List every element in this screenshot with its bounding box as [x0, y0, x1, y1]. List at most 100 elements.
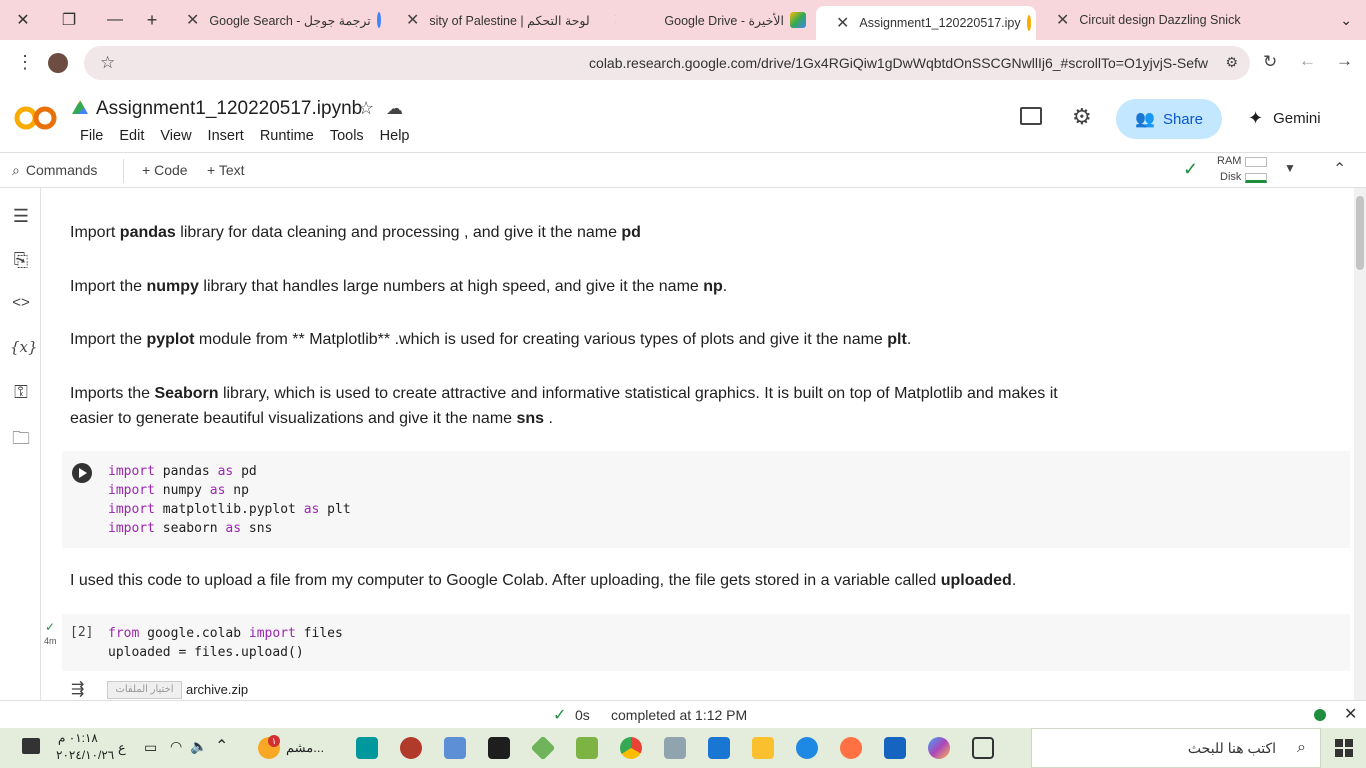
share-button[interactable]: 👥 Share [1116, 99, 1222, 139]
weather-badge: ١ [268, 735, 280, 747]
settings-gear-icon[interactable]: ⚙ [1072, 104, 1092, 130]
taskbar-search[interactable]: اكتب هنا للبحث ⌕ [1031, 728, 1321, 768]
text-cell[interactable]: Imports the Seaborn library, which is us… [70, 381, 1080, 431]
close-window-icon[interactable]: ✕ [0, 10, 46, 30]
menu-help[interactable]: Help [372, 128, 418, 144]
status-duration: 0s [575, 707, 590, 723]
tab-close-icon[interactable]: ✕ [836, 13, 849, 33]
omnibox[interactable]: ☆ colab.research.google.com/drive/1Gx4RG… [84, 46, 1250, 80]
browser-menu-icon[interactable]: ⋮ [16, 52, 34, 73]
notebook-title[interactable]: Assignment1_120220517.ipynb [96, 98, 362, 120]
menu-runtime[interactable]: Runtime [252, 128, 322, 144]
code-line: import seaborn as sns [108, 521, 273, 536]
run-cell-button[interactable] [72, 463, 92, 483]
divider [123, 159, 124, 183]
forward-icon[interactable]: → [1336, 51, 1353, 71]
cube-app-icon[interactable] [657, 728, 693, 768]
scrollbar-thumb[interactable] [1356, 196, 1364, 270]
menu-edit[interactable]: Edit [111, 128, 152, 144]
comment-icon[interactable] [1020, 107, 1042, 125]
cloud-saved-icon: ☁ [386, 99, 403, 118]
lambda-app-icon[interactable] [569, 728, 605, 768]
menu-file[interactable]: File [72, 128, 111, 144]
tab-search-icon[interactable]: ⌄ [1340, 12, 1352, 29]
disk-bar [1245, 173, 1267, 183]
back-icon[interactable]: ← [1299, 51, 1316, 71]
colab-logo[interactable] [14, 104, 58, 132]
commands-button[interactable]: ⌕ Commands [12, 162, 97, 179]
file-explorer-icon[interactable] [745, 728, 781, 768]
chrome-icon[interactable] [613, 728, 649, 768]
menu-tools[interactable]: Tools [322, 128, 372, 144]
start-button[interactable] [1321, 728, 1366, 768]
menu-insert[interactable]: Insert [200, 128, 252, 144]
google-icon [376, 12, 381, 28]
weather-text[interactable]: مشم... [286, 740, 324, 756]
edge-icon[interactable] [789, 728, 825, 768]
variables-icon[interactable]: {x} [10, 338, 38, 360]
tab-close-icon[interactable]: ✕ [1056, 10, 1069, 30]
browser-tab[interactable]: Google Drive - الأخيرة [616, 0, 816, 40]
virtualbox-icon[interactable] [437, 728, 473, 768]
text-cell[interactable]: Import pandas library for data cleaning … [70, 220, 641, 245]
new-tab-button[interactable]: + [138, 10, 166, 31]
browser-tab-active[interactable]: ✕ Assignment1_120220517.ipy [816, 6, 1036, 40]
secrets-key-icon[interactable]: ⚿ [10, 382, 32, 404]
output-toggle-icon[interactable]: ⇶ [71, 679, 84, 699]
menu-bar: File Edit View Insert Runtime Tools Help [72, 128, 418, 144]
clock-time[interactable]: ٠١:١٨ م [58, 731, 98, 745]
profile-avatar[interactable] [48, 53, 68, 73]
status-bar: ✓ 0s completed at 1:12 PM ✕ [0, 700, 1366, 728]
volume-icon[interactable]: 🔈 [190, 738, 207, 755]
bookmark-star-icon[interactable]: ☆ [100, 53, 115, 73]
clock-date[interactable]: ٢٠٢٤/١٠/٢٦ [56, 748, 114, 762]
text-cell[interactable]: I used this code to upload a file from m… [70, 568, 1016, 593]
code-snippets-icon[interactable]: <> [10, 294, 32, 316]
arduino-icon[interactable] [349, 728, 385, 768]
keyboard-language[interactable]: ع [118, 740, 126, 756]
star-icon[interactable]: ☆ [358, 98, 374, 119]
git-icon[interactable] [525, 728, 561, 768]
wifi-icon[interactable]: ◠ [170, 738, 182, 755]
firefox-icon[interactable] [833, 728, 869, 768]
browser-tab-strip: ✕ ❐ — + ✕ Google Search - ترجمة جوجل ✕ s… [0, 0, 1366, 40]
notification-center-icon[interactable] [22, 738, 40, 754]
connected-check-icon: ✓ [1183, 159, 1199, 179]
find-replace-icon[interactable]: ⎘ [10, 250, 32, 272]
table-of-contents-icon[interactable]: ☰ [10, 206, 32, 228]
code-line: uploaded = files.upload() [108, 645, 304, 660]
battery-icon[interactable]: ▭ [144, 739, 157, 756]
minimize-window-icon[interactable]: — [92, 11, 138, 29]
code-cell[interactable]: import pandas as pd import numpy as np i… [62, 451, 1350, 548]
choose-files-button[interactable]: اختيار الملفات [107, 681, 182, 699]
close-status-icon[interactable]: ✕ [1344, 704, 1357, 724]
vscode-icon[interactable] [701, 728, 737, 768]
gemini-button[interactable]: ✦ Gemini [1248, 108, 1321, 129]
store-icon[interactable] [877, 728, 913, 768]
search-icon: ⌕ [1297, 739, 1306, 756]
browser-tab[interactable]: ✕ sity of Palestine | لوحة التحكم ✕ [386, 0, 616, 40]
status-text[interactable]: completed at 1:12 PM [611, 707, 747, 723]
task-view-icon[interactable] [965, 728, 1001, 768]
add-text-button[interactable]: + Text [207, 162, 245, 178]
text-cell[interactable]: Import the pyplot module from ** Matplot… [70, 327, 911, 352]
browser-tab[interactable]: ✕ Google Search - ترجمة جوجل [166, 0, 386, 40]
reload-icon[interactable]: ↻ [1263, 52, 1277, 72]
copilot-icon[interactable] [921, 728, 957, 768]
menu-view[interactable]: View [152, 128, 199, 144]
resources-dropdown-icon[interactable]: ▼ [1284, 161, 1296, 175]
tab-close-icon[interactable]: ✕ [406, 10, 419, 30]
text-cell[interactable]: Import the numpy library that handles la… [70, 274, 727, 299]
collapse-chevron-icon[interactable]: ⌃ [1333, 159, 1346, 179]
files-folder-icon[interactable]: 🗀 [10, 426, 32, 448]
code-line: import numpy as np [108, 483, 249, 498]
restore-window-icon[interactable]: ❐ [46, 10, 92, 30]
show-hidden-icons[interactable]: ⌃ [215, 736, 228, 756]
browser-tab[interactable]: ✕ Circuit design Dazzling Snick [1036, 0, 1256, 40]
add-code-button[interactable]: + Code [142, 162, 188, 178]
site-settings-icon[interactable]: ⚙ [1225, 54, 1238, 71]
tab-close-icon[interactable]: ✕ [186, 10, 199, 30]
app-icon[interactable] [393, 728, 429, 768]
figma-icon[interactable] [481, 728, 517, 768]
code-cell[interactable]: [2] from google.colab import files uploa… [62, 614, 1350, 671]
